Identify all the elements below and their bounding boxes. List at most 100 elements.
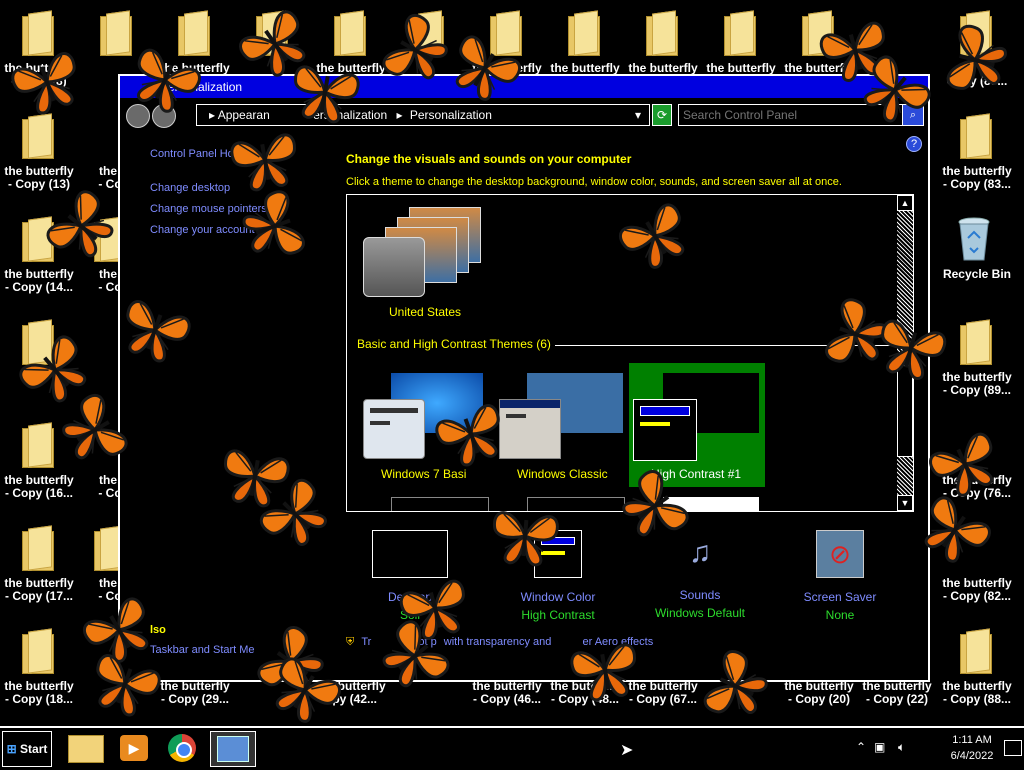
folder-sublabel: - Copy [98, 280, 120, 294]
system-clock[interactable]: 1:11 AM 6/4/2022 [940, 732, 1004, 764]
sounds-icon: ♫ [688, 536, 712, 569]
folder-sublabel: - Copy (17... [4, 589, 73, 603]
control-panel-icon [217, 736, 249, 762]
shield-icon: ⛨ [346, 636, 355, 648]
back-button[interactable] [126, 104, 150, 128]
start-label: Start [20, 742, 48, 756]
theme-preview-glass [363, 237, 425, 297]
sounds-setting[interactable]: ♫ Sounds Windows Default [650, 530, 750, 620]
theme-preview-window [633, 399, 697, 461]
folder-icon [100, 10, 132, 56]
folder-icon [178, 10, 210, 56]
setting-value: None [825, 608, 855, 622]
folder-sublabel: - Copy (83... [942, 177, 1011, 191]
address-row: ▸ Appearan ersonalization ▸ Personalizat… [120, 100, 928, 130]
page-title: Change the visuals and sounds on your co… [346, 152, 632, 166]
screen-saver-icon: ⊘ [816, 530, 864, 578]
taskbar-media-player-button[interactable]: ▶ [112, 731, 156, 765]
desktop-background-preview [372, 530, 448, 578]
clock-date: 6/4/2022 [950, 750, 994, 762]
folder-icon [22, 525, 54, 571]
breadcrumb-separator-icon: ▸ [396, 108, 403, 122]
aero-link-text-a: Tr [361, 636, 372, 648]
desktop-folder-icon[interactable]: the butterfly - Copy (13) [0, 107, 78, 207]
help-icon[interactable]: ? [906, 136, 922, 152]
folder-icon [646, 10, 678, 56]
theme-united-states[interactable]: United States [363, 207, 483, 319]
folder-sublabel: - Copy (46... [472, 692, 541, 706]
setting-value: Windows Default [654, 606, 746, 620]
setting-name: Sounds [679, 588, 721, 602]
setting-name: Screen Saver [803, 590, 877, 604]
refresh-button[interactable]: ⟳ [652, 104, 672, 126]
folder-icon [22, 422, 54, 468]
desktop-folder-icon[interactable]: the butterfly - Copy (83... [938, 107, 1016, 207]
folder-sublabel: - Copy (18... [4, 692, 73, 706]
butterfly-icon [568, 641, 643, 706]
aero-link-text-c: with transparency and [443, 636, 552, 648]
theme-label: United States [389, 305, 462, 319]
folder-icon [724, 10, 756, 56]
folder-icon [22, 10, 54, 56]
folder-sublabel: - Copy (16... [4, 486, 73, 500]
theme-label: Windows Classic [517, 467, 608, 481]
chrome-icon [168, 734, 196, 762]
breadcrumb-control-panel-icon: ▸ [209, 108, 216, 122]
setting-name: Window Color [520, 590, 596, 604]
folder-sublabel: - Copy (20) [787, 692, 850, 706]
taskbar: ⊞ Start ▶ ➤ ⌃ ▣ 🔈︎ 1:11 AM 6/4/2022 [0, 726, 1024, 770]
folder-sublabel: - Copy (13) [7, 177, 70, 191]
taskbar-control-panel-button[interactable] [210, 731, 256, 767]
media-player-icon: ▶ [120, 735, 148, 761]
file-explorer-icon [68, 735, 104, 763]
folder-sublabel: - Copy (88... [942, 692, 1011, 706]
desktop-folder-icon[interactable]: the butterfly - Copy (88... [938, 622, 1016, 722]
theme-group-title: Basic and High Contrast Themes (6) [357, 337, 551, 351]
recycle-bin[interactable]: Recycle Bin [938, 210, 1016, 310]
breadcrumb-personalization[interactable]: Personalization [410, 108, 492, 122]
show-desktop-icon[interactable] [1004, 740, 1022, 756]
breadcrumb-appearance[interactable]: Appearan [218, 108, 270, 122]
folder-sublabel: - Copy (89... [942, 383, 1011, 397]
desktop-folder-icon[interactable]: the butterfly - Copy (17... [0, 519, 78, 619]
scroll-up-icon[interactable]: ▲ [897, 195, 913, 211]
folder-sublabel: - Copy (22) [865, 692, 928, 706]
taskbar-start-menu-link[interactable]: Taskbar and Start Me [150, 644, 255, 656]
folder-icon [960, 113, 992, 159]
taskbar-chrome-button[interactable] [160, 731, 204, 765]
butterfly-icon [228, 131, 303, 196]
folder-sublabel: - Copy (14... [4, 280, 73, 294]
theme-windows-classic[interactable]: Windows Classic [497, 369, 629, 481]
recycle-bin-label: Recycle Bin [942, 267, 1012, 281]
scroll-down-icon[interactable]: ▼ [897, 495, 913, 511]
theme-preview-window [363, 399, 425, 459]
volume-icon[interactable]: 🔈︎ [898, 740, 905, 755]
window-titlebar[interactable]: Personalization [120, 76, 928, 98]
clock-time: 1:11 AM [952, 734, 992, 746]
address-bar[interactable]: ▸ Appearan ersonalization ▸ Personalizat… [196, 104, 650, 126]
folder-icon [568, 10, 600, 56]
show-hidden-icons-icon[interactable]: ⌃ [856, 740, 866, 754]
page-subtitle: Click a theme to change the desktop back… [346, 176, 842, 188]
screen-saver-setting[interactable]: ⊘ Screen Saver None [790, 530, 890, 622]
folder-icon [960, 628, 992, 674]
theme-preview-partial [391, 497, 489, 511]
folder-sublabel: - Copy (82... [942, 589, 1011, 603]
mouse-cursor-icon: ➤ [620, 742, 634, 759]
taskbar-explorer-button[interactable] [64, 731, 108, 765]
folder-icon [960, 319, 992, 365]
address-dropdown-icon[interactable]: ▾ [635, 105, 641, 125]
folder-sublabel: - Copy (29... [160, 692, 229, 706]
desktop-folder-icon[interactable]: the butterfly - Copy (18... [0, 622, 78, 722]
windows-logo-icon: ⊞ [6, 742, 17, 756]
folder-icon [94, 525, 120, 571]
butterfly-icon [489, 509, 561, 569]
folder-sublabel: - Copy [98, 486, 120, 500]
folder-icon [334, 10, 366, 56]
setting-value: High Contrast [521, 608, 595, 622]
start-button[interactable]: ⊞ Start [2, 731, 52, 767]
butterfly-icon [287, 63, 362, 128]
change-desktop-icons-link[interactable]: Change desktop [150, 182, 230, 194]
network-icon[interactable]: ▣ [874, 740, 885, 754]
recycle-bin-icon [958, 217, 990, 261]
